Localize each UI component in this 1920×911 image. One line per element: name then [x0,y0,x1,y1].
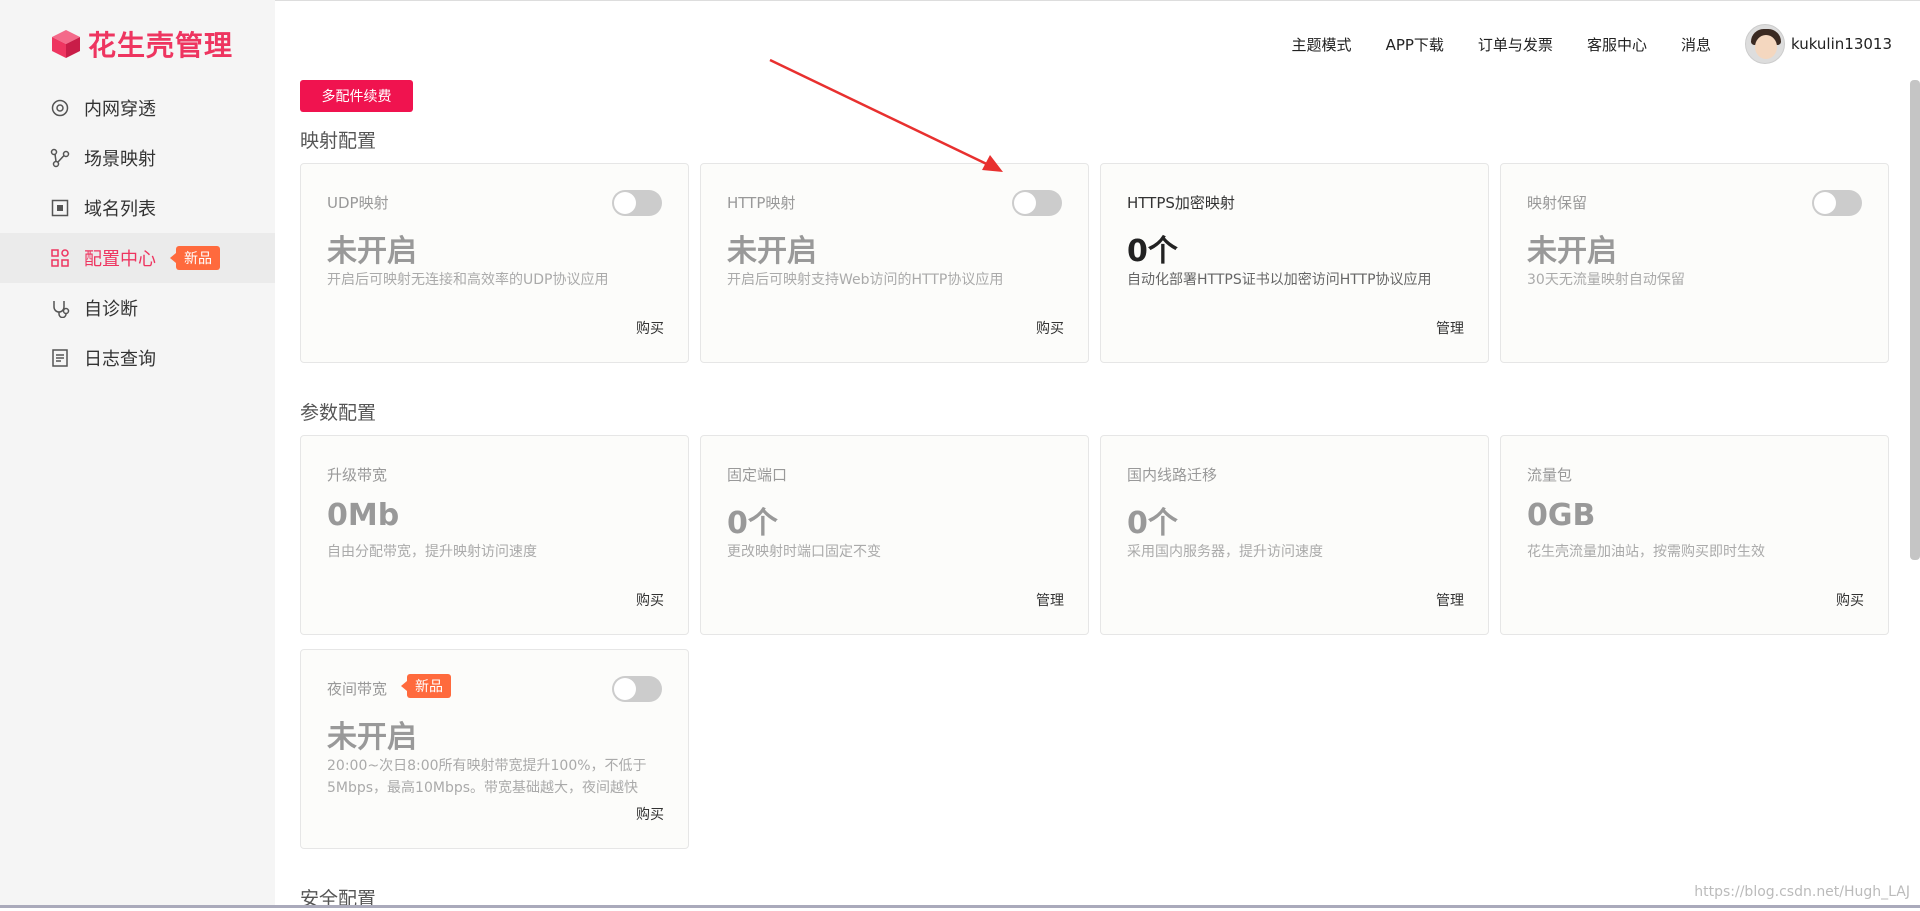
card-desc: 20:00~次日8:00所有映射带宽提升100%，不低于5Mbps，最高10Mb… [327,755,667,799]
mapping-retention-card: 映射保留 未开启 30天无流量映射自动保留 [1500,163,1889,363]
card-desc: 自由分配带宽，提升映射访问速度 [327,541,667,563]
card-title: 固定端口 [727,464,787,485]
card-title: HTTP映射 [727,192,795,213]
card-desc: 自动化部署HTTPS证书以加密访问HTTP协议应用 [1127,269,1467,291]
logo-text: 花生壳管理 [88,24,233,64]
section-title-mapping: 映射配置 [300,126,376,153]
sidebar-item-self-diagnose[interactable]: 自诊断 [0,283,275,333]
network-icon [50,98,70,118]
sidebar-item-label: 配置中心 [84,245,156,271]
manage-button[interactable]: 管理 [1436,318,1464,338]
logo-cube-icon [50,28,82,60]
manage-button[interactable]: 管理 [1036,590,1064,610]
card-title: 流量包 [1527,464,1572,485]
card-title: 国内线路迁移 [1127,464,1217,485]
multi-renew-button[interactable]: 多配件续费 [300,80,413,112]
card-value: 未开启 [327,226,417,270]
self-diagnose-icon [50,298,70,318]
http-toggle[interactable] [1012,190,1062,216]
night-bandwidth-toggle[interactable] [612,676,662,702]
sidebar-item-label: 自诊断 [84,295,138,321]
retention-toggle[interactable] [1812,190,1862,216]
card-desc: 开启后可映射支持Web访问的HTTP协议应用 [727,269,1067,291]
buy-button[interactable]: 购买 [1036,318,1064,338]
domestic-migration-card: 国内线路迁移 0个 采用国内服务器，提升访问速度 管理 [1100,435,1489,635]
card-desc: 开启后可映射无连接和高效率的UDP协议应用 [327,269,667,291]
card-title: 夜间带宽 [327,678,387,699]
sidebar-item-label: 场景映射 [84,145,156,171]
traffic-pack-card: 流量包 0GB 花生壳流量加油站，按需购买即时生效 购买 [1500,435,1889,635]
card-value: 未开启 [727,226,817,270]
config-center-icon [50,248,70,268]
buy-button[interactable]: 购买 [636,590,664,610]
new-badge: 新品 [407,674,451,698]
buy-button[interactable]: 购买 [1836,590,1864,610]
sidebar-item-scene-map[interactable]: 场景映射 [0,133,275,183]
main-content: 多配件续费 映射配置 UDP映射 未开启 开启后可映射无连接和高效率的UDP协议… [300,0,1890,908]
card-desc: 采用国内服务器，提升访问速度 [1127,541,1467,563]
sidebar-menu: 内网穿透 场景映射 域名列表 配置中心 新品 自诊断 日志查询 [0,83,275,383]
udp-mapping-card: UDP映射 未开启 开启后可映射无连接和高效率的UDP协议应用 购买 [300,163,689,363]
card-title: UDP映射 [327,192,389,213]
manage-button[interactable]: 管理 [1436,590,1464,610]
new-badge: 新品 [176,246,220,270]
annotation-arrow [760,55,1020,185]
sidebar-item-config-center[interactable]: 配置中心 新品 [0,233,275,283]
bandwidth-upgrade-card: 升级带宽 0Mb 自由分配带宽，提升映射访问速度 购买 [300,435,689,635]
domain-list-icon [50,198,70,218]
sidebar-item-label: 域名列表 [84,195,156,221]
card-value: 0GB [1527,498,1595,533]
sidebar-item-intranet[interactable]: 内网穿透 [0,83,275,133]
card-desc: 花生壳流量加油站，按需购买即时生效 [1527,541,1867,563]
card-title: HTTPS加密映射 [1127,192,1235,213]
sidebar-item-domain-list[interactable]: 域名列表 [0,183,275,233]
card-title: 映射保留 [1527,192,1587,213]
scene-map-icon [50,148,70,168]
buy-button[interactable]: 购买 [636,804,664,824]
card-title: 升级带宽 [327,464,387,485]
card-value: 0个 [1127,498,1178,542]
fixed-port-card: 固定端口 0个 更改映射时端口固定不变 管理 [700,435,1089,635]
night-bandwidth-card: 夜间带宽 新品 未开启 20:00~次日8:00所有映射带宽提升100%，不低于… [300,649,689,849]
https-mapping-card: HTTPS加密映射 0个 自动化部署HTTPS证书以加密访问HTTP协议应用 管… [1100,163,1489,363]
section-title-params: 参数配置 [300,398,376,425]
card-value: 0个 [1127,226,1178,270]
sidebar-item-label: 内网穿透 [84,95,156,121]
log-query-icon [50,348,70,368]
card-value: 0Mb [327,498,399,533]
card-desc: 更改映射时端口固定不变 [727,541,1067,563]
card-value: 未开启 [327,712,417,756]
scrollbar[interactable] [1910,80,1920,560]
http-mapping-card: HTTP映射 未开启 开启后可映射支持Web访问的HTTP协议应用 购买 [700,163,1089,363]
sidebar-item-label: 日志查询 [84,345,156,371]
card-value: 未开启 [1527,226,1617,270]
buy-button[interactable]: 购买 [636,318,664,338]
sidebar: 花生壳管理 内网穿透 场景映射 域名列表 配置中心 新品 自诊断 日志查询 [0,0,275,908]
card-desc: 30天无流量映射自动保留 [1527,269,1867,291]
card-value: 0个 [727,498,778,542]
watermark: https://blog.csdn.net/Hugh_LAJ [1694,884,1910,900]
sidebar-item-log-query[interactable]: 日志查询 [0,333,275,383]
logo[interactable]: 花生壳管理 [50,24,233,64]
udp-toggle[interactable] [612,190,662,216]
